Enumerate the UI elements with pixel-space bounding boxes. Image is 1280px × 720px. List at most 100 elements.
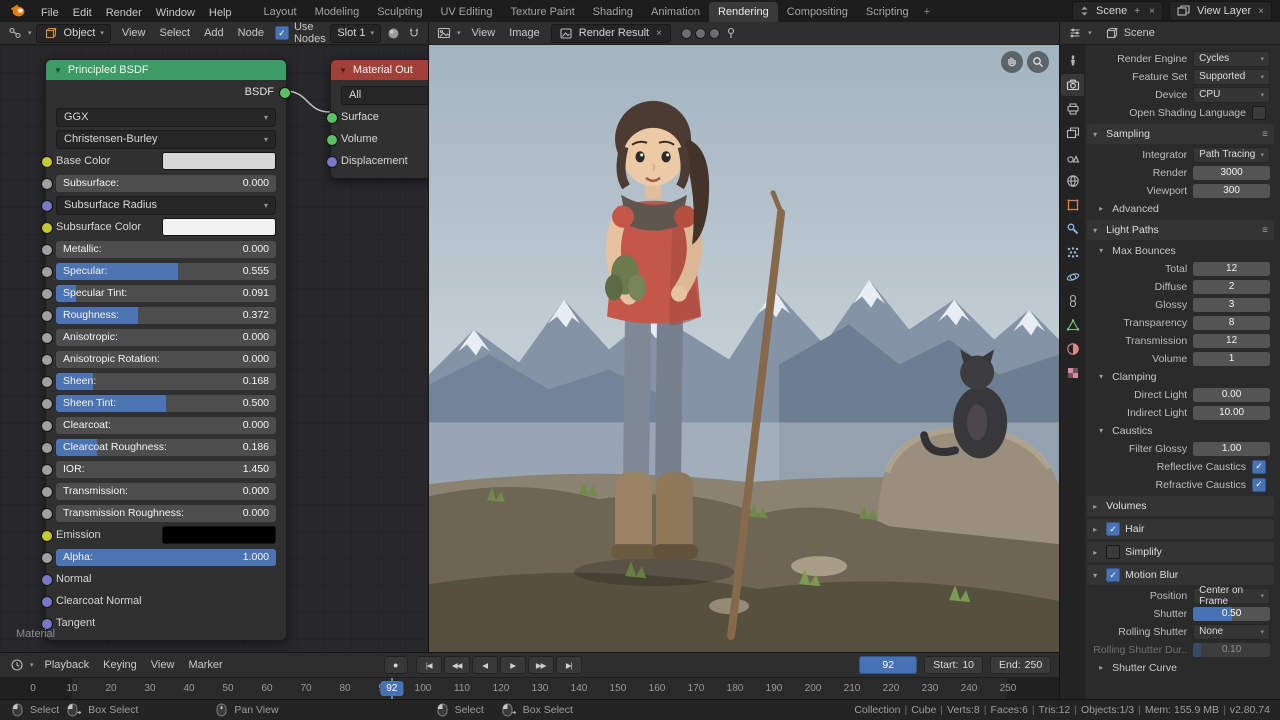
record-button[interactable]: ● bbox=[383, 656, 408, 674]
emission-socket[interactable] bbox=[41, 530, 53, 542]
channel-color-alpha-icon[interactable] bbox=[680, 27, 692, 39]
play-reverse-button[interactable]: ◀ bbox=[471, 656, 498, 674]
transmission-roughness-slider[interactable]: Transmission Roughness: 0.000 bbox=[56, 504, 276, 522]
rolling-shutter-dur-slider[interactable]: 0.10 bbox=[1193, 642, 1270, 657]
properties-editor-type-icon[interactable] bbox=[1066, 25, 1084, 41]
workspace-tab-uv-editing[interactable]: UV Editing bbox=[431, 2, 501, 22]
transmission-field[interactable]: 12 bbox=[1193, 333, 1270, 348]
render-engine-dropdown[interactable]: Cycles bbox=[1193, 50, 1270, 67]
image-editor-type-icon[interactable] bbox=[435, 25, 453, 41]
constraints-properties-tab[interactable] bbox=[1061, 290, 1084, 312]
metallic-slider[interactable]: Metallic: 0.000 bbox=[56, 240, 276, 258]
menu-help[interactable]: Help bbox=[202, 4, 239, 22]
timeline-editor-type-icon[interactable] bbox=[8, 657, 26, 673]
emission-swatch[interactable] bbox=[162, 526, 276, 544]
ggx-dropdown[interactable]: GGX bbox=[56, 107, 276, 127]
material-output-node-header[interactable]: ▼ Material Out bbox=[331, 60, 428, 80]
snapping-magnet-icon[interactable] bbox=[406, 26, 422, 40]
node-editor-canvas[interactable]: ▼ Principled BSDF BSDF GGX Christensen-Bu… bbox=[0, 45, 428, 652]
next-keyframe-button[interactable]: ▶▶ bbox=[527, 656, 554, 674]
use-nodes-toggle[interactable]: Use Nodes bbox=[274, 21, 326, 45]
subsurface-color-socket[interactable] bbox=[41, 222, 53, 234]
menu-add[interactable]: Add bbox=[197, 24, 231, 42]
menu-file[interactable]: File bbox=[34, 4, 66, 22]
ior-socket[interactable] bbox=[41, 464, 53, 476]
rolling-shutter-dropdown[interactable]: None bbox=[1193, 623, 1270, 640]
volume-field[interactable]: 1 bbox=[1193, 351, 1270, 366]
open-shading-language-checkbox[interactable] bbox=[1252, 105, 1266, 120]
panel-hair[interactable]: ▸ Hair bbox=[1087, 519, 1274, 539]
jump-last-button[interactable]: ▶| bbox=[555, 656, 582, 674]
pin-icon[interactable] bbox=[724, 26, 738, 40]
workspace-tab-modeling[interactable]: Modeling bbox=[306, 2, 369, 22]
new-scene-button[interactable]: + bbox=[1132, 6, 1142, 17]
scene-properties-tab[interactable] bbox=[1061, 146, 1084, 168]
transparency-field[interactable]: 8 bbox=[1193, 315, 1270, 330]
node-editor-type-icon[interactable] bbox=[6, 25, 24, 41]
position-dropdown[interactable]: Center on Frame bbox=[1193, 585, 1270, 607]
panel-sampling[interactable]: ▾ Sampling ≡ bbox=[1087, 124, 1274, 144]
surface-socket[interactable] bbox=[326, 112, 338, 124]
anisotropic-socket[interactable] bbox=[41, 332, 53, 344]
timeline-ruler[interactable]: 92 0102030405060708090100110120130140150… bbox=[0, 677, 1060, 699]
filter-glossy-field[interactable]: 1.00 bbox=[1193, 441, 1270, 456]
particles-properties-tab[interactable] bbox=[1061, 242, 1084, 264]
menu-node[interactable]: Node bbox=[231, 24, 271, 42]
menu-window[interactable]: Window bbox=[149, 4, 202, 22]
workspace-tab-compositing[interactable]: Compositing bbox=[778, 2, 857, 22]
indirect-light-field[interactable]: 10.00 bbox=[1193, 405, 1270, 420]
menu-image[interactable]: Image bbox=[502, 24, 547, 42]
workspace-tab-sculpting[interactable]: Sculpting bbox=[368, 2, 431, 22]
sheen-tint-slider[interactable]: Sheen Tint: 0.500 bbox=[56, 394, 276, 412]
material-preview-sphere-icon[interactable] bbox=[385, 26, 402, 41]
bsdf-output-socket[interactable] bbox=[279, 87, 291, 99]
device-dropdown[interactable]: CPU bbox=[1193, 86, 1270, 103]
volume-socket[interactable] bbox=[326, 134, 338, 146]
workspace-tab-texture-paint[interactable]: Texture Paint bbox=[501, 2, 583, 22]
output-target-dropdown[interactable]: All bbox=[341, 85, 428, 105]
subpanel-max-bounces[interactable]: ▾ Max Bounces bbox=[1087, 242, 1274, 259]
shutter-slider[interactable]: 0.50 bbox=[1193, 606, 1270, 621]
workspace-tab-layout[interactable]: Layout bbox=[255, 2, 306, 22]
unlink-image-button[interactable]: × bbox=[654, 28, 664, 39]
roughness-socket[interactable] bbox=[41, 310, 53, 322]
current-frame-field[interactable]: 92 bbox=[859, 656, 918, 674]
specular-socket[interactable] bbox=[41, 266, 53, 278]
physics-properties-tab[interactable] bbox=[1061, 266, 1084, 288]
view-layer-properties-tab[interactable] bbox=[1061, 122, 1084, 144]
direct-light-field[interactable]: 0.00 bbox=[1193, 387, 1270, 402]
displacement-socket[interactable] bbox=[326, 156, 338, 168]
clearcoat-socket[interactable] bbox=[41, 420, 53, 432]
christensen-burley-dropdown[interactable]: Christensen-Burley bbox=[56, 129, 276, 149]
metallic-socket[interactable] bbox=[41, 244, 53, 256]
material-output-node[interactable]: ▼ Material Out All Surface Volume Displace… bbox=[326, 59, 428, 179]
workspace-tab-animation[interactable]: Animation bbox=[642, 2, 709, 22]
panel-simplify[interactable]: ▸ Simplify bbox=[1087, 542, 1274, 562]
subpanel-advanced[interactable]: ▸ Advanced bbox=[1087, 200, 1274, 217]
output-properties-tab[interactable] bbox=[1061, 98, 1084, 120]
object-properties-tab[interactable] bbox=[1061, 194, 1084, 216]
zoom-gizmo[interactable] bbox=[1027, 51, 1050, 73]
simplify-checkbox[interactable] bbox=[1106, 545, 1121, 559]
material-properties-tab[interactable] bbox=[1061, 338, 1084, 360]
viewport-field[interactable]: 300 bbox=[1193, 183, 1270, 198]
anisotropic-rotation-slider[interactable]: Anisotropic Rotation: 0.000 bbox=[56, 350, 276, 368]
feature-set-dropdown[interactable]: Supported bbox=[1193, 68, 1270, 85]
menu-edit[interactable]: Edit bbox=[66, 4, 99, 22]
menu-playback[interactable]: Playback bbox=[38, 656, 97, 674]
panel-presets-icon[interactable]: ≡ bbox=[1262, 225, 1268, 236]
panel-presets-icon[interactable]: ≡ bbox=[1262, 129, 1268, 140]
image-datablock-selector[interactable]: Render Result × bbox=[550, 23, 671, 43]
specular-tint-slider[interactable]: Specular Tint: 0.091 bbox=[56, 284, 276, 302]
specular-tint-socket[interactable] bbox=[41, 288, 53, 300]
menu-view[interactable]: View bbox=[115, 24, 153, 42]
transmission-slider[interactable]: Transmission: 0.000 bbox=[56, 482, 276, 500]
panel-motion-blur[interactable]: ▾ Motion Blur bbox=[1087, 565, 1274, 585]
scene-selector[interactable]: Scene + × bbox=[1072, 1, 1163, 21]
sheen-socket[interactable] bbox=[41, 376, 53, 388]
principled-bsdf-node-header[interactable]: ▼ Principled BSDF bbox=[46, 60, 286, 80]
panel-volumes[interactable]: ▸ Volumes bbox=[1087, 496, 1274, 516]
channel-alpha-icon[interactable] bbox=[708, 27, 720, 39]
tool-properties-tab[interactable] bbox=[1061, 50, 1084, 72]
menu-select[interactable]: Select bbox=[152, 24, 197, 42]
